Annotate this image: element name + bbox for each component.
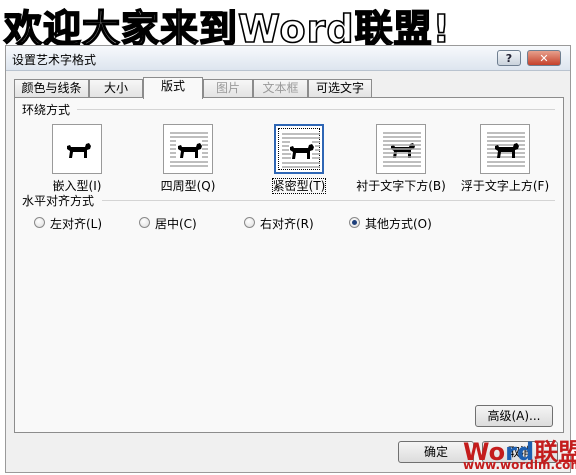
divider bbox=[77, 109, 555, 110]
title-bar: 设置艺术字格式 ? ✕ bbox=[6, 46, 570, 71]
tab-layout[interactable]: 版式 bbox=[143, 77, 203, 99]
wrap-inline-thumbnail[interactable] bbox=[52, 124, 102, 174]
in-front-of-text-icon bbox=[487, 132, 525, 167]
radio-button[interactable] bbox=[139, 217, 150, 228]
divider bbox=[102, 200, 555, 201]
tab-textbox[interactable]: 文本框 bbox=[253, 79, 308, 97]
wrap-section-label: 环绕方式 bbox=[22, 103, 71, 117]
wrap-option-tight[interactable]: 紧密型(T) bbox=[249, 124, 349, 194]
radio-button[interactable] bbox=[34, 217, 45, 228]
help-button[interactable]: ? bbox=[497, 50, 521, 66]
wrap-behind-label: 衬于文字下方(B) bbox=[356, 179, 446, 193]
wrap-option-inline[interactable]: 嵌入型(I) bbox=[27, 124, 127, 194]
behind-text-icon bbox=[383, 132, 421, 167]
dialog-title: 设置艺术字格式 bbox=[12, 53, 97, 67]
dog-icon bbox=[67, 143, 91, 158]
wrap-option-front[interactable]: 浮于文字上方(F) bbox=[455, 124, 555, 194]
tab-picture[interactable]: 图片 bbox=[203, 79, 253, 97]
radio-other-label: 其他方式(O) bbox=[365, 217, 432, 231]
close-button[interactable]: ✕ bbox=[527, 50, 561, 66]
watermark: Word联盟 www.wordlm.com bbox=[463, 432, 576, 474]
radio-button[interactable] bbox=[244, 217, 255, 228]
wrap-behind-thumbnail[interactable] bbox=[376, 124, 426, 174]
tab-size[interactable]: 大小 bbox=[89, 79, 143, 97]
wrap-square-label: 四周型(Q) bbox=[160, 179, 216, 193]
tab-colors-lines[interactable]: 颜色与线条 bbox=[14, 79, 89, 97]
square-wrap-icon bbox=[170, 132, 208, 167]
tight-wrap-icon bbox=[282, 133, 320, 168]
wrap-front-label: 浮于文字上方(F) bbox=[460, 179, 550, 193]
radio-center-label: 居中(C) bbox=[155, 217, 197, 231]
wrap-option-behind[interactable]: 衬于文字下方(B) bbox=[351, 124, 451, 194]
radio-left-label: 左对齐(L) bbox=[50, 217, 103, 231]
watermark-url: www.wordlm.com bbox=[463, 458, 576, 472]
layout-panel: 环绕方式 嵌入型(I) 四周型(Q) 紧密型(T) 衬于文字下方(B) 浮于文字… bbox=[14, 97, 564, 433]
tab-alt-text[interactable]: 可选文字 bbox=[308, 79, 372, 97]
advanced-button[interactable]: 高级(A)... bbox=[475, 405, 553, 427]
wrap-tight-thumbnail[interactable] bbox=[274, 124, 324, 174]
wrap-option-square[interactable]: 四周型(Q) bbox=[138, 124, 238, 194]
wrap-square-thumbnail[interactable] bbox=[163, 124, 213, 174]
radio-button-checked[interactable] bbox=[349, 217, 360, 228]
tab-strip: 颜色与线条 大小 版式 图片 文本框 可选文字 bbox=[14, 77, 564, 99]
halign-section-label: 水平对齐方式 bbox=[22, 194, 95, 208]
banner: 欢迎大家来到Word联盟! bbox=[0, 0, 576, 52]
wrap-tight-label: 紧密型(T) bbox=[271, 178, 327, 194]
format-wordart-dialog: 设置艺术字格式 ? ✕ 颜色与线条 大小 版式 图片 文本框 可选文字 环绕方式… bbox=[5, 45, 571, 473]
radio-right-label: 右对齐(R) bbox=[260, 217, 314, 231]
wrap-front-thumbnail[interactable] bbox=[480, 124, 530, 174]
